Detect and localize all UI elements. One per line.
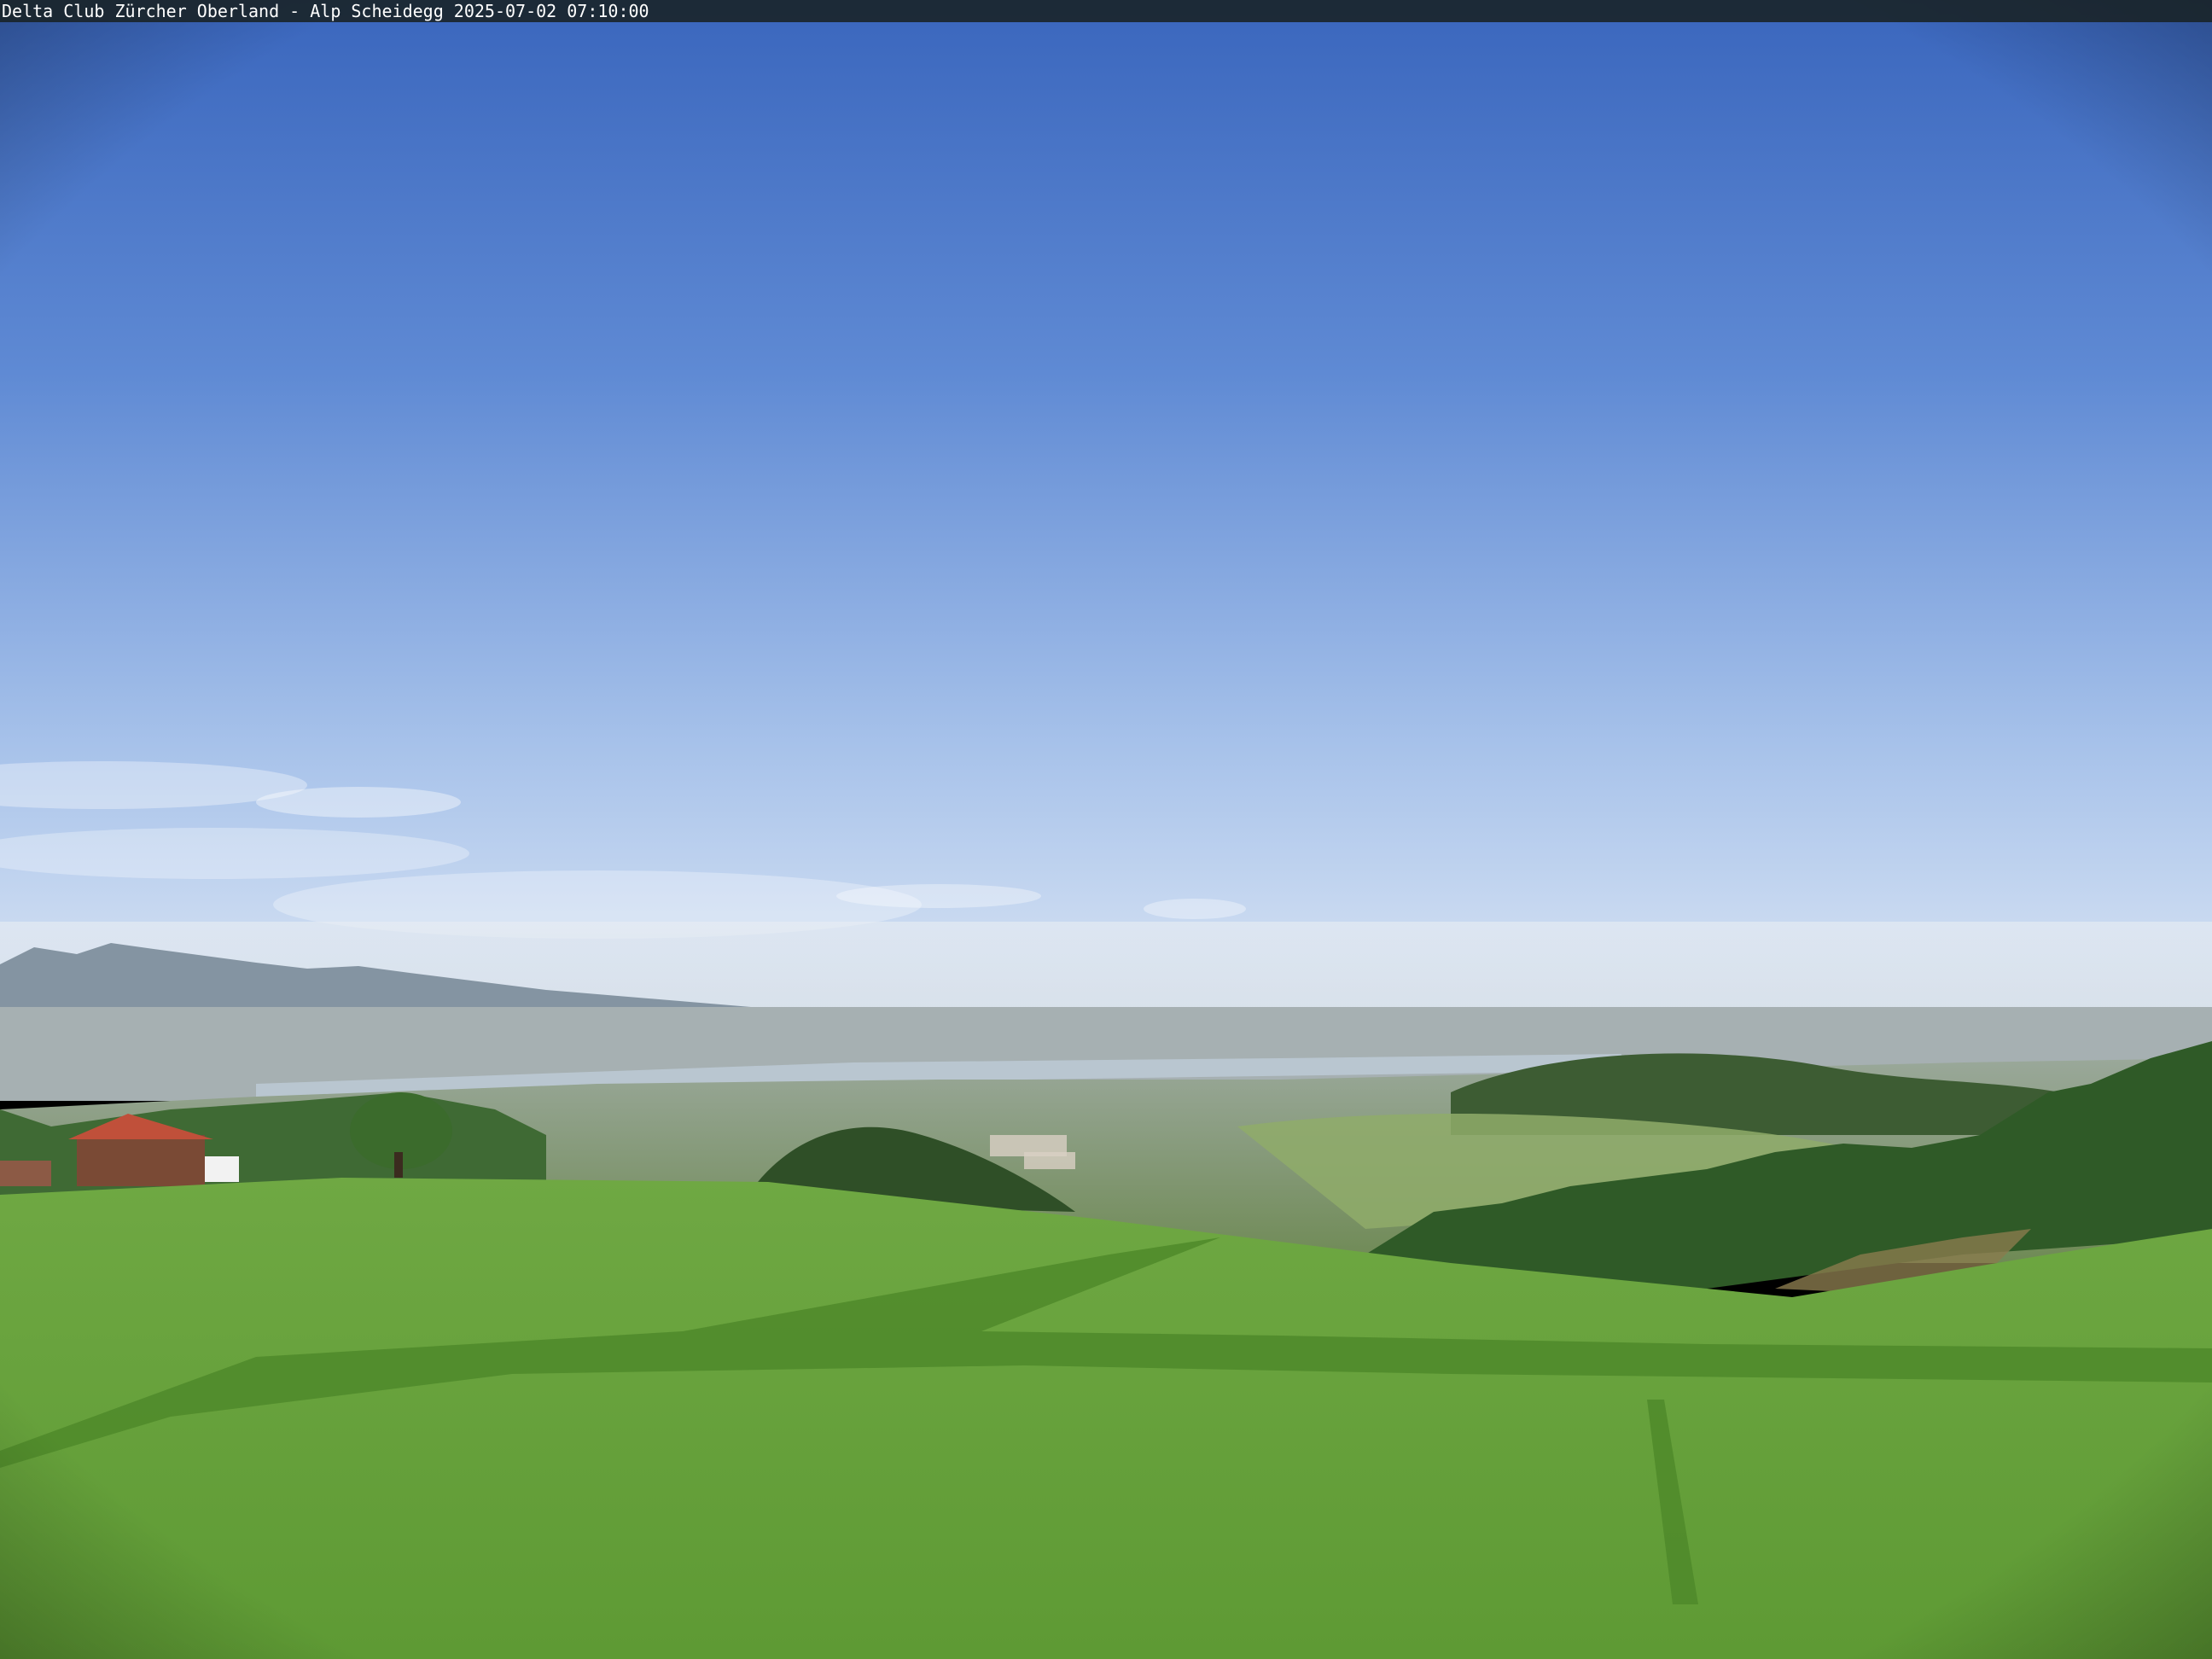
- lens-vignette: [0, 0, 2212, 1659]
- webcam-landscape-image: [0, 0, 2212, 1659]
- webcam-caption: Delta Club Zürcher Oberland - Alp Scheid…: [2, 1, 649, 21]
- webcam-frame: Delta Club Zürcher Oberland - Alp Scheid…: [0, 0, 2212, 1659]
